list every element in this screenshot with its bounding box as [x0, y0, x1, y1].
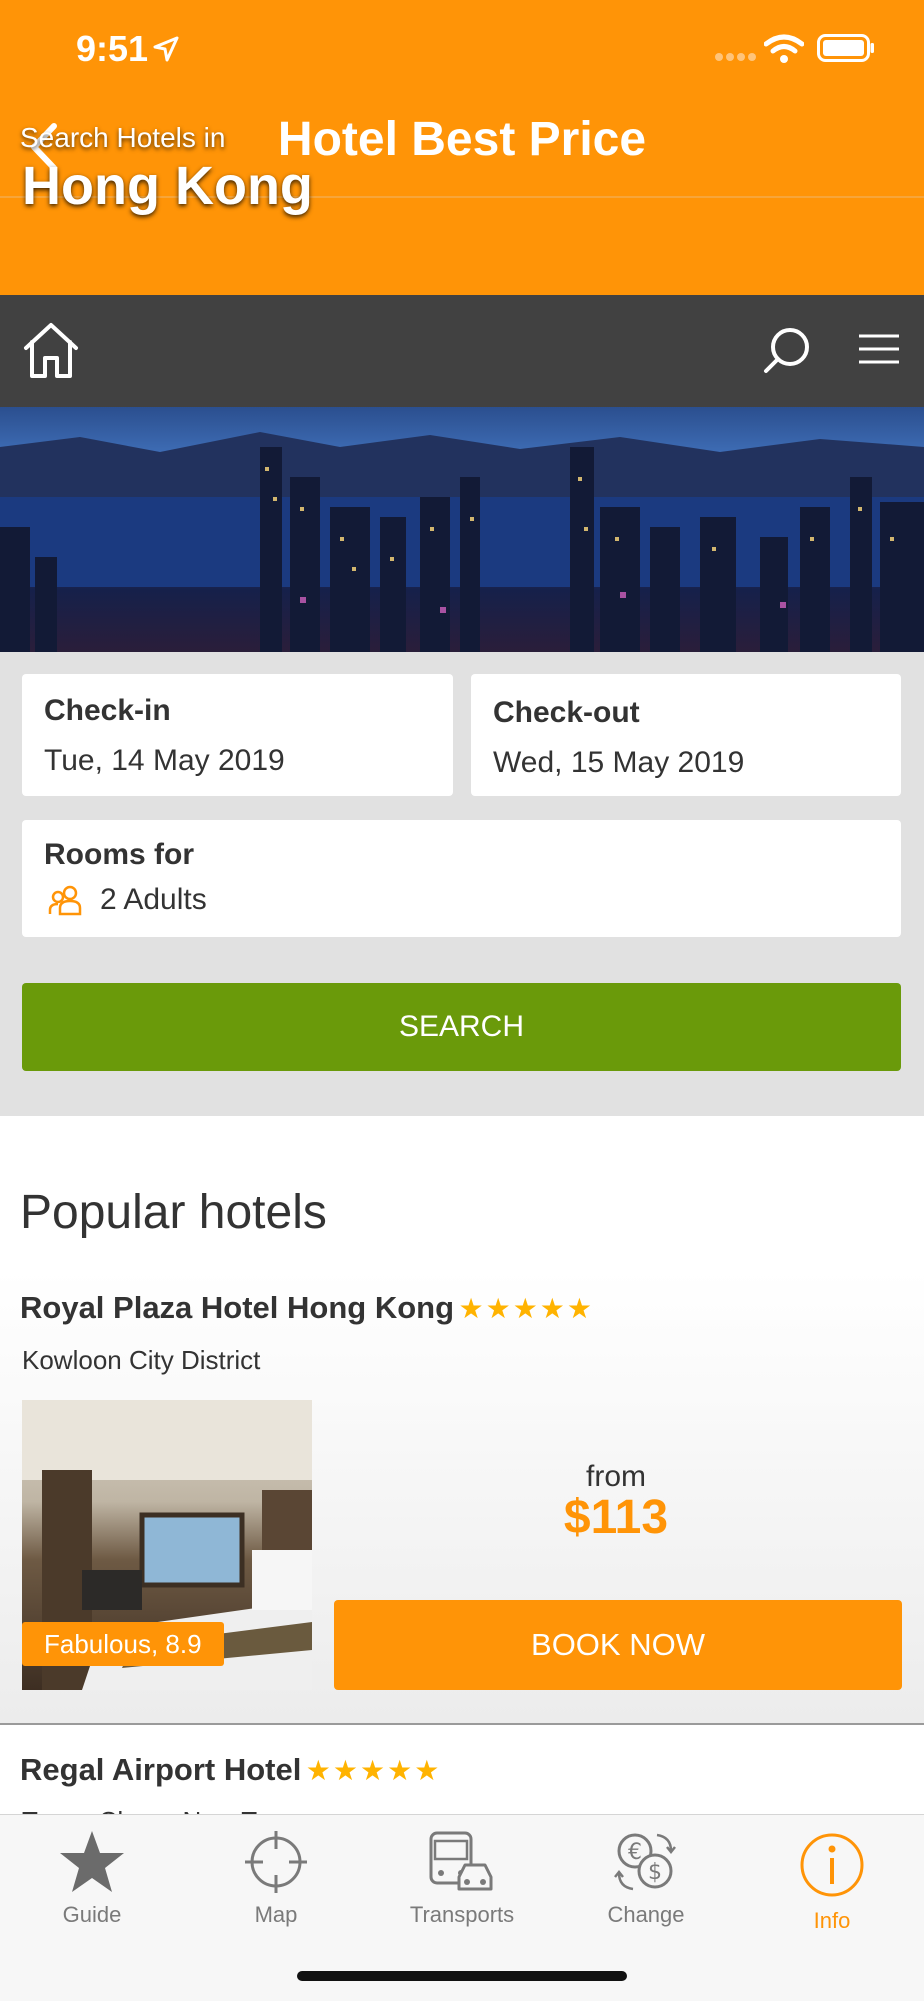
section-title: Popular hotels [20, 1186, 327, 1239]
search-icon[interactable] [762, 325, 812, 375]
search-button[interactable]: SEARCH [22, 983, 901, 1071]
star-rating: ★★★★★ [305, 1755, 442, 1786]
hotel-district: Kowloon City District [22, 1345, 261, 1375]
info-icon [800, 1833, 864, 1897]
guests-icon [48, 885, 82, 916]
tab-label: Info [813, 1908, 851, 1933]
crosshair-icon [245, 1831, 307, 1893]
rooms-field[interactable]: Rooms for 2 Adults [22, 820, 901, 937]
wifi-icon [764, 34, 804, 63]
tab-guide[interactable]: Guide [0, 1822, 184, 1928]
hero-subtitle: Search Hotels in [20, 122, 226, 153]
star-icon [60, 1831, 124, 1892]
checkout-value: Wed, 15 May 2019 [493, 746, 745, 779]
rooms-label: Rooms for [44, 838, 194, 871]
tab-label: Guide [62, 1902, 122, 1927]
battery-icon [817, 34, 874, 62]
hotel-name[interactable]: Regal Airport Hotel [20, 1752, 301, 1787]
bus-car-icon [429, 1831, 493, 1891]
svg-text:$: $ [648, 1860, 662, 1885]
tab-label: Transports [409, 1902, 515, 1927]
star-rating: ★★★★★ [458, 1293, 594, 1324]
home-icon[interactable] [22, 320, 80, 380]
tab-info[interactable]: Info [740, 1822, 924, 1934]
tab-label: Map [254, 1902, 298, 1927]
status-time: 9:51 [76, 28, 149, 69]
hotel-name[interactable]: Royal Plaza Hotel Hong Kong [20, 1290, 454, 1325]
checkin-value: Tue, 14 May 2019 [44, 744, 285, 777]
checkout-field[interactable]: Check-out Wed, 15 May 2019 [471, 674, 901, 796]
rating-badge: Fabulous, 8.9 [22, 1622, 224, 1666]
checkout-label: Check-out [493, 696, 640, 729]
price-value: $113 [563, 1491, 669, 1544]
book-now-button[interactable]: BOOK NOW [334, 1600, 902, 1690]
home-indicator [297, 1971, 627, 1981]
tab-map[interactable]: Map [184, 1822, 368, 1928]
hero-city-title: Hong Kong [22, 156, 313, 216]
tab-change[interactable]: € $ Change [554, 1822, 738, 1928]
checkin-field[interactable]: Check-in Tue, 14 May 2019 [22, 674, 453, 796]
skyline-illustration [0, 432, 924, 652]
checkin-label: Check-in [44, 694, 171, 727]
rooms-value: 2 Adults [100, 883, 207, 916]
menu-icon[interactable] [857, 333, 901, 365]
location-arrow-icon [153, 36, 179, 62]
svg-text:€: € [628, 1840, 642, 1865]
hotel-divider [0, 1723, 924, 1725]
hotel-title-row: Royal Plaza Hotel Hong Kong ★★★★★ [20, 1290, 594, 1326]
hotel-title-row: Regal Airport Hotel ★★★★★ [20, 1752, 441, 1788]
tab-label: Change [607, 1902, 685, 1927]
signal-icon [715, 53, 756, 61]
tab-transports[interactable]: Transports [370, 1822, 554, 1928]
currency-exchange-icon: € $ [614, 1833, 676, 1891]
price-from-label: from [586, 1460, 646, 1493]
city-hero-image [0, 407, 924, 652]
